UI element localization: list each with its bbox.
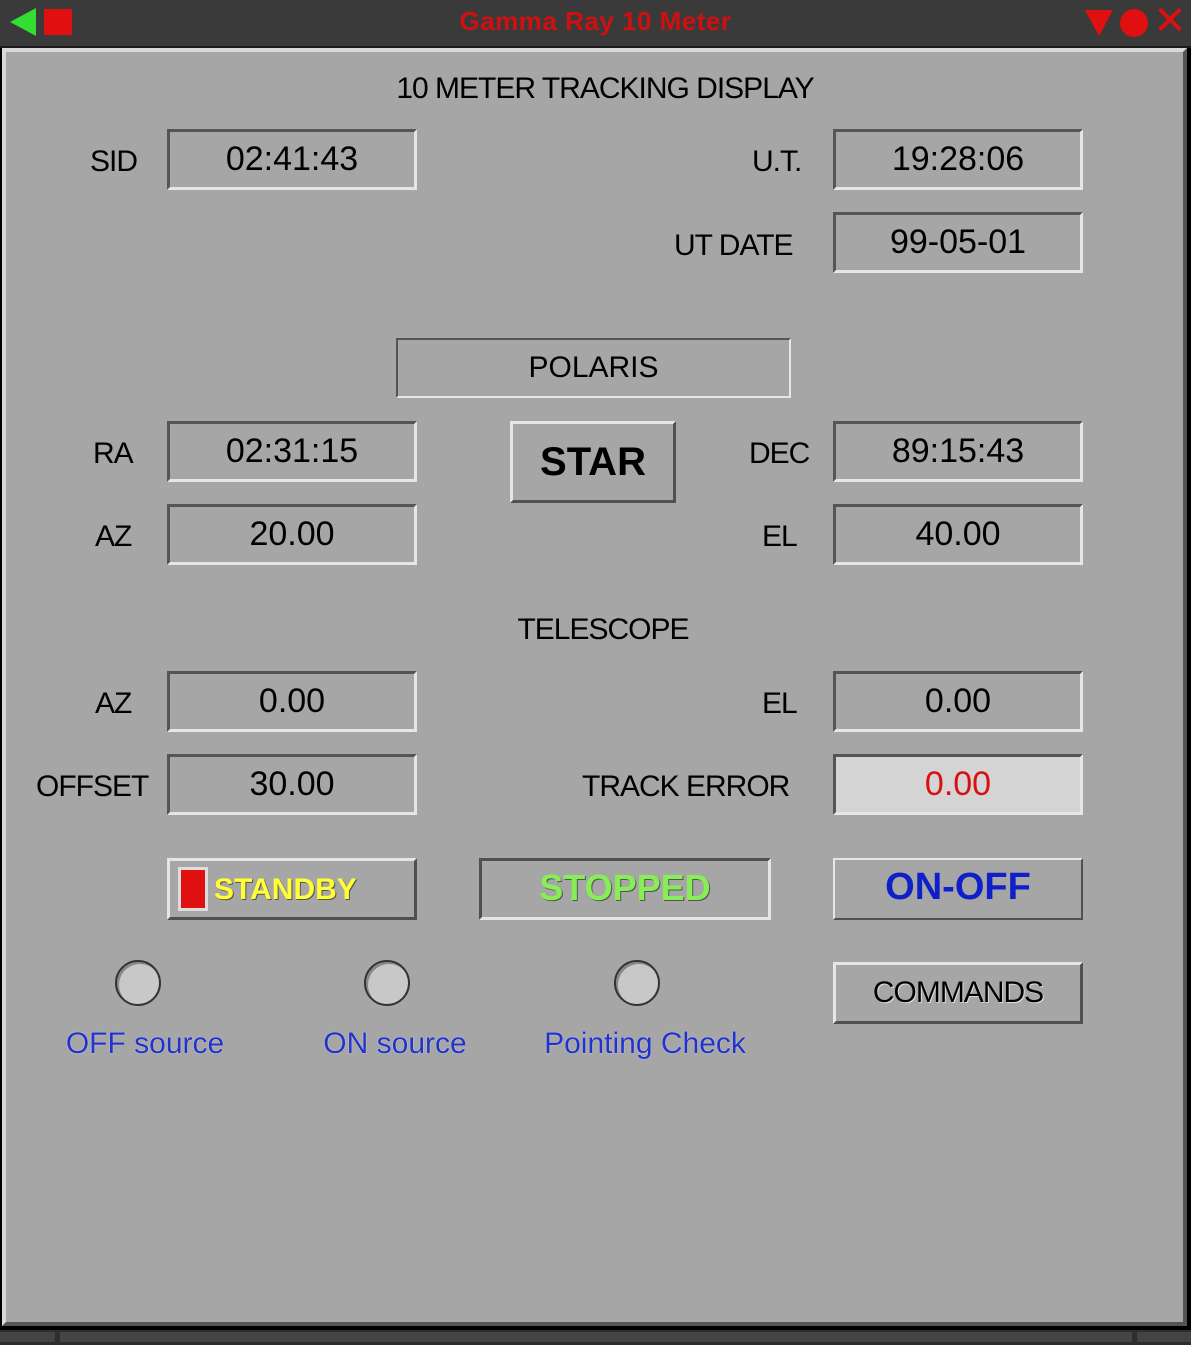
telescope-el-field: 0.00 xyxy=(833,671,1083,732)
track-error-field: 0.00 xyxy=(833,754,1083,815)
sid-label: SID xyxy=(90,145,138,178)
minimize-triangle-icon[interactable] xyxy=(1085,10,1113,36)
source-az-field: 20.00 xyxy=(167,504,417,565)
dec-field: 89:15:43 xyxy=(833,421,1083,482)
stopped-status-button[interactable]: STOPPED xyxy=(479,858,771,920)
telescope-az-label: AZ xyxy=(95,687,132,720)
source-az-label: AZ xyxy=(95,520,132,553)
offset-label: OFFSET xyxy=(36,770,149,803)
window-title: Gamma Ray 10 Meter xyxy=(459,6,732,36)
commands-button[interactable]: COMMANDS xyxy=(833,962,1083,1024)
pointing-check-radio[interactable] xyxy=(614,960,660,1006)
on-off-mode-button[interactable]: ON-OFF xyxy=(833,858,1083,920)
source-type-button[interactable]: STAR xyxy=(510,421,676,503)
window-title-bar: Gamma Ray 10 Meter ✕ xyxy=(0,0,1191,48)
ut-field: 19:28:06 xyxy=(833,129,1083,190)
pointing-check-label[interactable]: Pointing Check xyxy=(525,1027,765,1061)
maximize-circle-icon[interactable] xyxy=(1120,9,1148,37)
standby-indicator-led xyxy=(178,867,208,911)
on-source-radio[interactable] xyxy=(364,960,410,1006)
off-source-radio[interactable] xyxy=(115,960,161,1006)
offset-field: 30.00 xyxy=(167,754,417,815)
source-name-field: POLARIS xyxy=(396,338,791,398)
standby-label: STANDBY xyxy=(214,873,357,906)
telescope-az-field: 0.00 xyxy=(167,671,417,732)
ut-date-label: UT DATE xyxy=(674,229,794,262)
window-bottom-border xyxy=(0,1330,1191,1345)
source-el-field: 40.00 xyxy=(833,504,1083,565)
source-el-label: EL xyxy=(762,520,798,553)
telescope-el-label: EL xyxy=(762,687,798,720)
ut-date-field: 99-05-01 xyxy=(833,212,1083,273)
off-source-label[interactable]: OFF source xyxy=(40,1027,250,1061)
standby-button[interactable]: STANDBY xyxy=(167,858,417,920)
ut-label: U.T. xyxy=(752,145,802,178)
ra-label: RA xyxy=(93,437,134,470)
close-icon[interactable]: ✕ xyxy=(1152,1,1188,41)
telescope-heading: TELESCOPE xyxy=(517,613,689,646)
track-error-label: TRACK ERROR xyxy=(582,770,790,803)
ra-field: 02:31:15 xyxy=(167,421,417,482)
sid-field: 02:41:43 xyxy=(167,129,417,190)
page-title: 10 METER TRACKING DISPLAY xyxy=(396,72,814,105)
on-source-label[interactable]: ON source xyxy=(290,1027,500,1061)
dec-label: DEC xyxy=(749,437,810,470)
